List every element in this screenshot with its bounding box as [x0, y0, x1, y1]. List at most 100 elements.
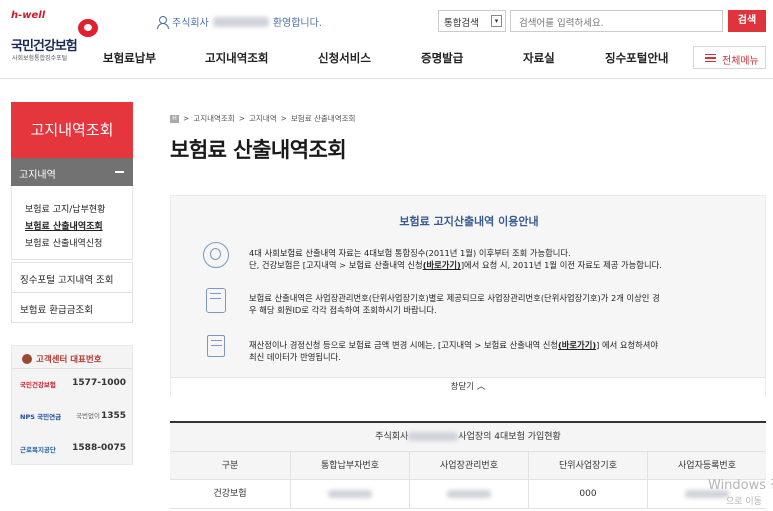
- guide-item-1-line2: 단, 건강보험은 [고지내역 > 보험료 산출내역 신청(바로가기)]에서 요청…: [249, 259, 749, 271]
- gnb-item-payment[interactable]: 보험료납부: [103, 50, 156, 66]
- breadcrumb: H > 고지내역조회 > 고지내역 > 보험료 산출내역조회: [170, 113, 355, 124]
- home-icon[interactable]: H: [170, 114, 179, 123]
- company-name-redacted: [212, 16, 269, 27]
- customer-center-label: 고객센터 대표번호: [36, 355, 102, 365]
- guide-item-1-line1: 4대 사회보험료 산출내역 자료는 4대보험 통합징수(2011년 1월) 이후…: [249, 248, 571, 258]
- nps-logo: NPS 국민연금: [20, 413, 62, 421]
- sidebar-item-calc-request[interactable]: 보험료 산출내역신청: [25, 236, 102, 249]
- contact-prefix: 국번없이: [76, 412, 100, 420]
- contact-number: 국번없이1355: [76, 410, 126, 421]
- guide-item-2-line1: 보험료 산출내역은 사업장관리번호(단위사업장기호)별로 제공되므로 사업장관리…: [249, 293, 660, 303]
- all-menu-button[interactable]: 전체메뉴: [693, 46, 766, 69]
- guide-item-3: 재산정이나 경정신청 등으로 보험료 금액 변경 시에는, [고지내역 > 보험…: [249, 339, 749, 363]
- sidebar-link-refund[interactable]: 보험료 환급금조회: [11, 292, 133, 323]
- gnb-item-portal-info[interactable]: 징수포털안내: [605, 50, 668, 66]
- breadcrumb-sep: >: [183, 114, 190, 123]
- caption-suffix: 사업장의 4대보험 가입현황: [458, 432, 561, 442]
- watermark-sub: 으로 이동: [726, 497, 762, 507]
- sidebar-section-toggle[interactable]: 고지내역: [11, 158, 133, 186]
- table-caption: 주식회사 사업장의 4대보험 가입현황: [170, 421, 766, 451]
- table-row: 건강보험 000: [170, 480, 766, 509]
- page-title: 보험료 산출내역조회: [170, 138, 347, 162]
- welcome-message: 주식회사 환영합니다.: [157, 14, 322, 29]
- guide-text: 재산정이나 경정신청 등으로 보험료 금액 변경 시에는, [고지내역 > 보험…: [249, 340, 558, 350]
- guide-title: 보험료 고지산출내역 이용안내: [399, 215, 539, 228]
- person-icon: [203, 242, 229, 268]
- sidebar-item-notice-payment[interactable]: 보험료 고지/납부현황: [25, 202, 105, 215]
- gnb-item-certificate[interactable]: 증명발급: [421, 50, 463, 66]
- contact-number: 1588-0075: [72, 443, 126, 453]
- shortcut-link[interactable]: (바로가기): [423, 260, 461, 270]
- nhis-logo: 국민건강보험: [20, 381, 56, 389]
- guide-item-2-line2: 우 해당 회원ID로 각각 접속하여 조회하시기 바랍니다.: [249, 305, 437, 315]
- gnb-item-notice[interactable]: 고지내역조회: [205, 50, 268, 66]
- guide-item-1: 4대 사회보험료 산출내역 자료는 4대보험 통합징수(2011년 1월) 이후…: [249, 247, 749, 271]
- shortcut-link[interactable]: (바로가기): [558, 340, 596, 350]
- customer-center-title: 고객센터 대표번호: [22, 353, 102, 365]
- table-cell: 건강보험: [213, 489, 247, 499]
- global-nav: 보험료납부 고지내역조회 신청서비스 증명발급 자료실 징수포털안내: [100, 50, 700, 68]
- company-name-redacted: [408, 432, 459, 441]
- hamburger-icon: [705, 54, 716, 62]
- redacted-value: [447, 489, 491, 498]
- contact-number: 1577-1000: [72, 378, 126, 388]
- logo-sub: 사회보험통합징수포털: [12, 55, 68, 62]
- redacted-value: [328, 489, 372, 498]
- search-button[interactable]: 검색: [728, 10, 766, 32]
- guide-panel: 보험료 고지산출내역 이용안내 4대 사회보험료 산출내역 자료는 4대보험 통…: [170, 195, 766, 396]
- search-scope-value: 통합검색: [444, 18, 479, 29]
- table-header-cell: 통합납부자번호: [290, 452, 409, 479]
- contact-row-nhis: 국민건강보험 1577-1000: [20, 377, 130, 391]
- breadcrumb-sep: >: [238, 114, 245, 123]
- table-header-cell: 구분: [221, 461, 239, 471]
- guide-text: 단, 건강보험은 [고지내역 > 보험료 산출내역 신청: [249, 260, 423, 270]
- sidebar-submenu: 보험료 고지/납부현황 보험료 산출내역조회 보험료 산출내역신청: [11, 186, 133, 260]
- header-divider: [0, 78, 773, 79]
- table-header-cell: 단위사업장기호: [528, 452, 647, 479]
- contact-row-nps: NPS 국민연금 국번없이1355: [20, 409, 130, 423]
- search-input[interactable]: 검색어를 입력하세요.: [510, 10, 723, 32]
- windows-activation-watermark: Windows 정 으로 이동: [708, 474, 773, 507]
- sidebar-item-calc-inquiry[interactable]: 보험료 산출내역조회: [25, 219, 103, 232]
- user-icon: [157, 15, 169, 29]
- all-menu-label: 전체메뉴: [722, 56, 759, 67]
- chevron-down-icon: ▾: [491, 15, 502, 27]
- sidebar-title: 고지내역조회: [11, 102, 133, 158]
- caption-prefix: 주식회사: [375, 432, 409, 442]
- document-check-icon: [207, 335, 225, 357]
- table-header-cell: 사업장관리번호: [409, 452, 528, 479]
- phone-icon: [22, 354, 32, 364]
- breadcrumb-item: 보험료 산출내역조회: [290, 114, 356, 123]
- sidebar-link-portal-notice[interactable]: 징수포털 고지내역 조회: [11, 262, 133, 293]
- table-cell-redacted: [290, 480, 409, 508]
- guide-item-3-line1: 재산정이나 경정신청 등으로 보험료 금액 변경 시에는, [고지내역 > 보험…: [249, 339, 749, 351]
- document-icon-inner: [210, 293, 221, 299]
- welcome-prefix: 주식회사: [172, 18, 209, 29]
- close-guide-button[interactable]: 창닫기 ︿: [171, 377, 765, 396]
- sidebar-section-label: 고지내역: [19, 170, 56, 181]
- document-icon-inner: [211, 340, 222, 346]
- table-header: 구분 통합납부자번호 사업장관리번호 단위사업장기호 사업자등록번호: [170, 451, 766, 480]
- contact-row-comwel: 근로복지공단 1588-0075: [20, 442, 130, 456]
- breadcrumb-item[interactable]: 고지내역: [249, 113, 277, 124]
- gnb-item-application[interactable]: 신청서비스: [318, 50, 371, 66]
- table-cell-redacted: [409, 480, 528, 508]
- logo[interactable]: h-well 국민건강보험 사회보험통합징수포털: [10, 10, 98, 62]
- watermark-title: Windows 정: [708, 478, 773, 493]
- breadcrumb-sep: >: [280, 114, 287, 123]
- search-scope-select[interactable]: 통합검색 ▾: [438, 10, 506, 32]
- heart-logo-icon: [78, 19, 98, 37]
- divider: [12, 368, 132, 369]
- logo-hwell: h-well: [11, 10, 46, 21]
- gnb-item-resources[interactable]: 자료실: [523, 50, 555, 66]
- guide-item-2: 보험료 산출내역은 사업장관리번호(단위사업장기호)별로 제공되므로 사업장관리…: [249, 292, 749, 316]
- guide-text: ]에서 요청 시, 2011년 1월 이전 자료도 제공 가능합니다.: [460, 260, 662, 270]
- customer-center-box: 고객센터 대표번호 국민건강보험 1577-1000 NPS 국민연금 국번없이…: [11, 345, 133, 465]
- document-won-icon: [206, 288, 226, 313]
- breadcrumb-item[interactable]: 고지내역조회: [193, 113, 234, 124]
- logo-name: 국민건강보험: [11, 39, 78, 54]
- welcome-suffix: 환영합니다.: [272, 18, 322, 29]
- contact-number-value: 1355: [100, 411, 126, 421]
- comwel-logo: 근로복지공단: [20, 446, 56, 454]
- guide-text: ] 에서 요청하셔야: [596, 340, 659, 350]
